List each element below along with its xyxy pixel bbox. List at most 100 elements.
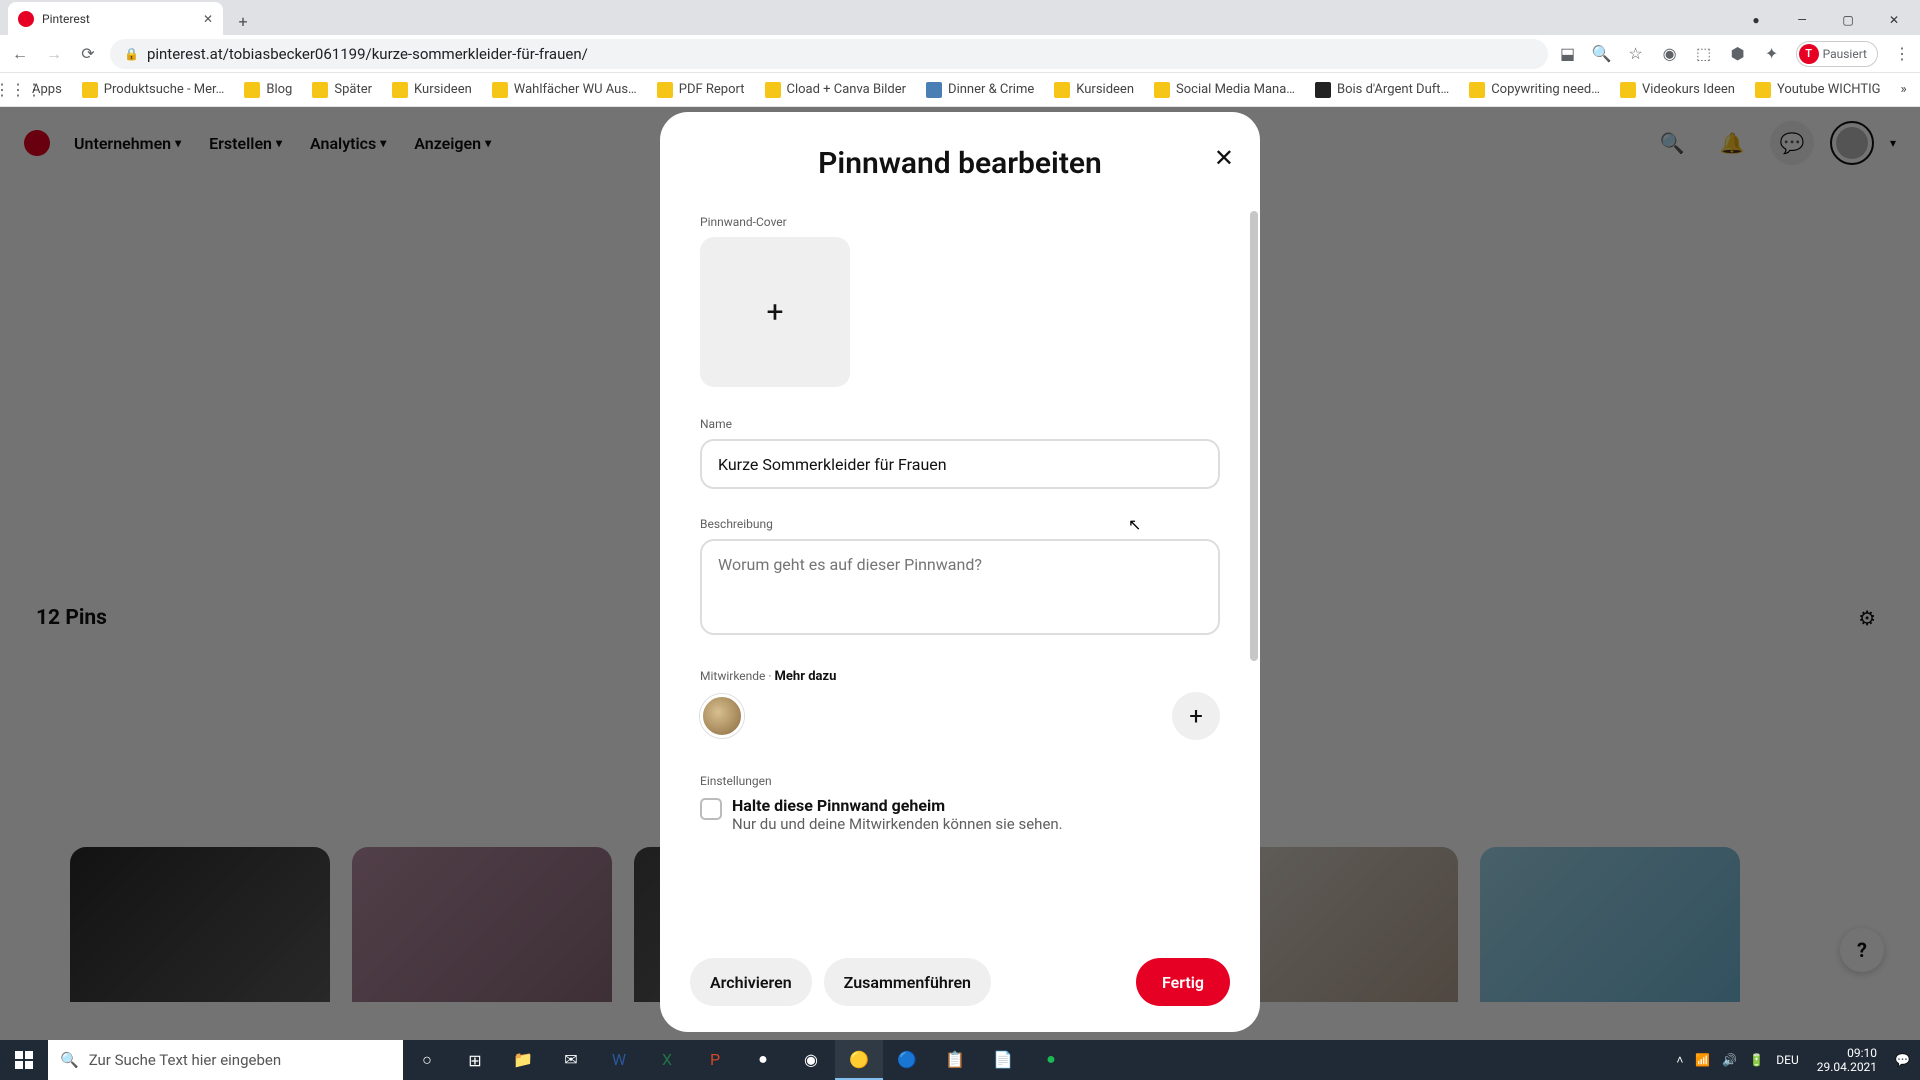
folder-icon bbox=[926, 82, 942, 98]
close-modal-button[interactable]: ✕ bbox=[1214, 144, 1234, 172]
board-name-input[interactable] bbox=[700, 439, 1220, 489]
folder-icon bbox=[1469, 82, 1485, 98]
start-button[interactable] bbox=[0, 1040, 48, 1080]
app-icon[interactable]: ● bbox=[739, 1040, 787, 1080]
collaborators-label: Mitwirkende · Mehr dazu bbox=[700, 669, 1220, 684]
reload-button[interactable]: ⟳ bbox=[76, 42, 100, 66]
close-tab-icon[interactable]: ✕ bbox=[203, 12, 213, 26]
word-icon[interactable]: W bbox=[595, 1040, 643, 1080]
bookmark-item[interactable]: Kursideen bbox=[1054, 82, 1134, 98]
folder-icon bbox=[657, 82, 673, 98]
folder-icon bbox=[1154, 82, 1170, 98]
battery-icon[interactable]: 🔋 bbox=[1749, 1053, 1764, 1067]
spotify-icon[interactable]: ● bbox=[1027, 1040, 1075, 1080]
plus-icon: + bbox=[766, 295, 783, 330]
extensions-puzzle-icon[interactable]: ✦ bbox=[1762, 44, 1782, 64]
chrome-icon[interactable]: 🟡 bbox=[835, 1040, 883, 1080]
notepad-icon[interactable]: 📋 bbox=[931, 1040, 979, 1080]
bookmark-item[interactable]: Blog bbox=[244, 82, 292, 98]
minimize-button[interactable]: — bbox=[1780, 5, 1824, 35]
windows-taskbar: 🔍Zur Suche Text hier eingeben ○ ⊞ 📁 ✉ W … bbox=[0, 1040, 1920, 1080]
bookmark-item[interactable]: Produktsuche - Mer… bbox=[82, 82, 225, 98]
maximize-button[interactable]: ▢ bbox=[1826, 5, 1870, 35]
merge-button[interactable]: Zusammenführen bbox=[824, 958, 991, 1006]
modal-body: Pinnwand-Cover + Name Beschreibung Mitwi… bbox=[660, 201, 1260, 938]
profile-pill[interactable]: T Pausiert bbox=[1796, 41, 1878, 67]
profile-avatar: T bbox=[1799, 44, 1819, 64]
bookmarks-bar: ⋮⋮⋮Apps Produktsuche - Mer… Blog Später … bbox=[0, 73, 1920, 107]
powerpoint-icon[interactable]: P bbox=[691, 1040, 739, 1080]
tray-chevron-icon[interactable]: ˄ bbox=[1676, 1053, 1683, 1067]
install-icon[interactable]: ⬓ bbox=[1558, 44, 1578, 64]
bookmark-item[interactable]: Videokurs Ideen bbox=[1620, 82, 1735, 98]
excel-icon[interactable]: X bbox=[643, 1040, 691, 1080]
done-button[interactable]: Fertig bbox=[1136, 958, 1230, 1006]
bookmark-item[interactable]: Dinner & Crime bbox=[926, 82, 1034, 98]
taskbar-apps: ○ ⊞ 📁 ✉ W X P ● ◉ 🟡 🔵 📋 📄 ● bbox=[403, 1040, 1075, 1080]
zoom-icon[interactable]: 🔍 bbox=[1592, 44, 1612, 64]
mail-icon[interactable]: ✉ bbox=[547, 1040, 595, 1080]
scrollbar[interactable] bbox=[1250, 211, 1258, 661]
cover-label: Pinnwand-Cover bbox=[700, 215, 1220, 229]
secret-subtitle: Nur du und deine Mitwirkenden können sie… bbox=[732, 815, 1063, 833]
cursor-icon: ↖ bbox=[1128, 515, 1141, 534]
extension-icon-3[interactable]: ⬢ bbox=[1728, 44, 1748, 64]
wifi-icon[interactable]: 📶 bbox=[1695, 1053, 1710, 1067]
extension-icon-1[interactable]: ◉ bbox=[1660, 44, 1680, 64]
taskbar-search[interactable]: 🔍Zur Suche Text hier eingeben bbox=[48, 1040, 403, 1080]
bookmark-item[interactable]: Später bbox=[312, 82, 372, 98]
bookmark-item[interactable]: Bois d'Argent Duft… bbox=[1315, 82, 1449, 98]
folder-icon bbox=[765, 82, 781, 98]
bookmark-item[interactable]: Social Media Mana… bbox=[1154, 82, 1295, 98]
bookmark-item[interactable]: Kursideen bbox=[392, 82, 472, 98]
secret-board-setting: Halte diese Pinnwand geheim Nur du und d… bbox=[700, 796, 1220, 833]
bookmark-item[interactable]: Wahlfächer WU Aus… bbox=[492, 82, 637, 98]
forward-button[interactable]: → bbox=[42, 42, 66, 66]
apps-button[interactable]: ⋮⋮⋮Apps bbox=[10, 82, 62, 98]
secret-checkbox[interactable] bbox=[700, 798, 722, 820]
lock-icon: 🔒 bbox=[124, 47, 139, 61]
add-collaborator-button[interactable]: + bbox=[1172, 692, 1220, 740]
extension-icon-2[interactable]: ⬚ bbox=[1694, 44, 1714, 64]
kebab-menu-icon[interactable]: ⋮ bbox=[1892, 44, 1912, 64]
browser-tab[interactable]: Pinterest ✕ bbox=[8, 2, 223, 35]
close-window-button[interactable]: ✕ bbox=[1872, 5, 1916, 35]
folder-icon bbox=[392, 82, 408, 98]
language-indicator[interactable]: DEU bbox=[1776, 1053, 1798, 1067]
url-box[interactable]: 🔒 pinterest.at/tobiasbecker061199/kurze-… bbox=[110, 39, 1548, 69]
cortana-icon[interactable]: ○ bbox=[403, 1040, 451, 1080]
clock[interactable]: 09:10 29.04.2021 bbox=[1811, 1046, 1883, 1074]
archive-button[interactable]: Archivieren bbox=[690, 958, 812, 1006]
back-button[interactable]: ← bbox=[8, 42, 32, 66]
explorer-icon[interactable]: 📁 bbox=[499, 1040, 547, 1080]
notifications-icon[interactable]: 💬 bbox=[1895, 1053, 1910, 1067]
obs-icon[interactable]: ◉ bbox=[787, 1040, 835, 1080]
folder-icon bbox=[492, 82, 508, 98]
add-cover-button[interactable]: + bbox=[700, 237, 850, 387]
bookmark-item[interactable]: Youtube WICHTIG bbox=[1755, 82, 1881, 98]
pinterest-favicon bbox=[18, 11, 34, 27]
bookmark-item[interactable]: Copywriting need… bbox=[1469, 82, 1600, 98]
more-link[interactable]: Mehr dazu bbox=[775, 669, 837, 684]
new-tab-button[interactable]: + bbox=[229, 7, 257, 35]
account-dot-icon[interactable]: ● bbox=[1734, 5, 1778, 35]
board-description-input[interactable] bbox=[700, 539, 1220, 635]
volume-icon[interactable]: 🔊 bbox=[1722, 1053, 1737, 1067]
description-label: Beschreibung bbox=[700, 517, 1220, 531]
edge-icon[interactable]: 🔵 bbox=[883, 1040, 931, 1080]
collaborators-row: + bbox=[700, 692, 1220, 740]
browser-titlebar: Pinterest ✕ + ● — ▢ ✕ bbox=[0, 0, 1920, 35]
tab-title: Pinterest bbox=[42, 12, 195, 26]
overflow-bookmarks[interactable]: » bbox=[1901, 82, 1907, 97]
url-text: pinterest.at/tobiasbecker061199/kurze-so… bbox=[147, 45, 588, 63]
app-icon[interactable]: 📄 bbox=[979, 1040, 1027, 1080]
folder-icon bbox=[82, 82, 98, 98]
collaborator-avatar[interactable] bbox=[700, 694, 744, 738]
profile-label: Pausiert bbox=[1823, 47, 1867, 61]
star-icon[interactable]: ☆ bbox=[1626, 44, 1646, 64]
folder-icon bbox=[1315, 82, 1331, 98]
windows-logo-icon bbox=[15, 1051, 33, 1069]
bookmark-item[interactable]: Cload + Canva Bilder bbox=[765, 82, 907, 98]
bookmark-item[interactable]: PDF Report bbox=[657, 82, 745, 98]
task-view-icon[interactable]: ⊞ bbox=[451, 1040, 499, 1080]
